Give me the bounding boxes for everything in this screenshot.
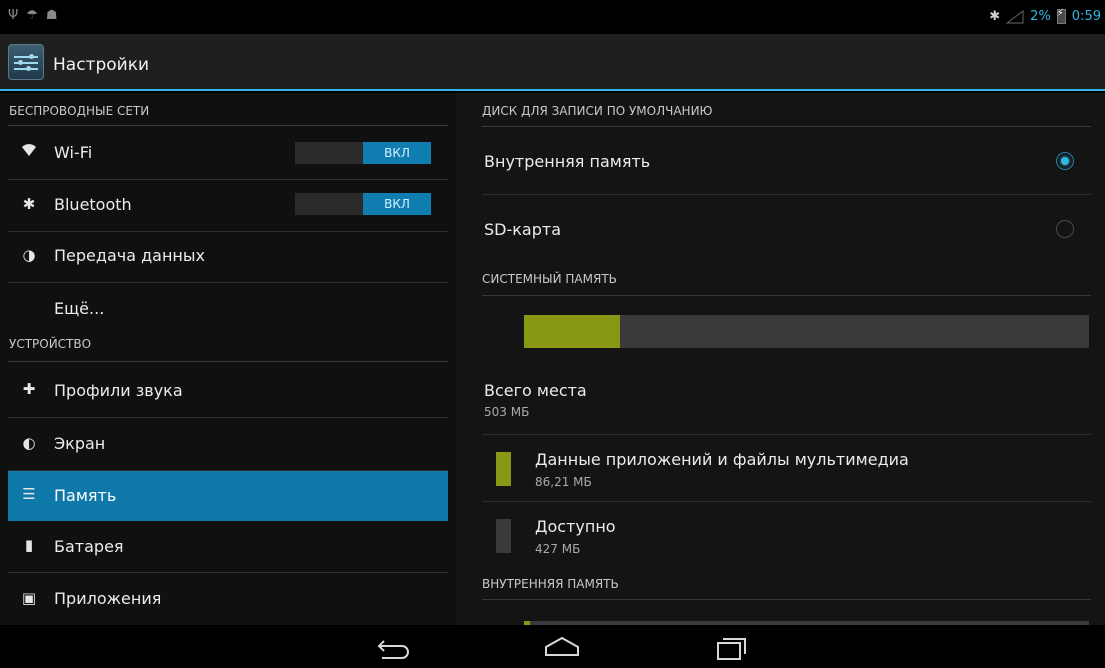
available-label: Доступно [535, 517, 616, 536]
available-value: 427 МБ [535, 542, 581, 556]
sidebar-item-bluetooth[interactable]: ✱ Bluetooth ВКЛ [8, 180, 448, 232]
usb-icon: Ψ [8, 8, 19, 23]
total-space-label: Всего места [484, 381, 587, 400]
sidebar-item-label: Профили звука [54, 381, 183, 400]
app-data-label: Данные приложений и файлы мультимедиа [535, 450, 909, 469]
battery-icon [1056, 8, 1066, 24]
data-usage-icon: ◑ [22, 246, 36, 264]
android-debug-icon: ☗ [45, 8, 58, 23]
display-icon: ◐ [22, 434, 36, 452]
available-color-swatch [496, 519, 511, 553]
sidebar-item-label: Экран [54, 434, 106, 453]
option-sd-card[interactable]: SD-карта [482, 195, 1091, 265]
sidebar-item-data-usage[interactable]: ◑ Передача данных [8, 232, 448, 283]
sidebar-item-sound-profiles[interactable]: ✚ Профили звука [8, 365, 448, 418]
sidebar-item-storage[interactable]: ☰ Память [8, 471, 448, 521]
clock: 0:59 [1071, 9, 1101, 24]
radio-internal-selected[interactable] [1056, 152, 1074, 170]
app-data-value: 86,21 МБ [535, 475, 592, 489]
total-space-row[interactable]: Всего места 503 МБ [482, 367, 1091, 435]
status-bar: Ψ ☂ ☗ ✱ 2% 0:59 [0, 0, 1105, 34]
app-data-row[interactable]: Данные приложений и файлы мультимедиа 86… [456, 435, 1091, 501]
section-header-system-memory: СИСТЕМНЫЙ ПАМЯТЬ [482, 269, 1091, 296]
settings-app-icon[interactable] [8, 44, 44, 80]
sidebar-item-label: Память [54, 486, 117, 505]
option-internal-memory[interactable]: Внутренняя память [482, 127, 1091, 195]
wifi-toggle[interactable]: ВКЛ [295, 142, 431, 164]
wifi-notify-icon: ☂ [26, 8, 38, 23]
home-icon[interactable] [542, 633, 582, 661]
sidebar-item-more[interactable]: Ещё... [8, 283, 448, 331]
settings-sidebar: БЕСПРОВОДНЫЕ СЕТИ Wi-Fi ВКЛ ✱ Bluetooth … [0, 93, 456, 625]
storage-detail-pane: ДИСК ДЛЯ ЗАПИСИ ПО УМОЛЧАНИЮ Внутренняя … [456, 93, 1105, 625]
section-header-device: УСТРОЙСТВО [8, 335, 448, 362]
radio-sd-card[interactable] [1056, 220, 1074, 238]
sound-profiles-icon: ✚ [22, 380, 36, 398]
bluetooth-toggle[interactable]: ВКЛ [295, 193, 431, 215]
bluetooth-icon: ✱ [22, 195, 36, 213]
sidebar-item-apps[interactable]: ▣ Приложения [8, 573, 448, 625]
sidebar-item-label: Bluetooth [54, 195, 132, 214]
sidebar-item-label: Wi-Fi [54, 143, 93, 162]
battery-percent: 2% [1030, 9, 1051, 24]
sidebar-item-label: Передача данных [54, 246, 205, 265]
page-title: Настройки [53, 55, 150, 75]
sidebar-item-label: Батарея [54, 537, 124, 556]
sidebar-item-display[interactable]: ◐ Экран [8, 418, 448, 471]
sidebar-item-label: Приложения [54, 589, 162, 608]
option-label: Внутренняя память [484, 152, 651, 171]
sidebar-item-label: Ещё... [54, 299, 105, 318]
notification-icons: Ψ ☂ ☗ [8, 8, 58, 23]
storage-used-fill [524, 315, 621, 348]
apps-icon: ▣ [21, 589, 37, 607]
navigation-bar [0, 625, 1105, 668]
section-header-default-disk: ДИСК ДЛЯ ЗАПИСИ ПО УМОЛЧАНИЮ [482, 100, 1091, 127]
sidebar-item-wifi[interactable]: Wi-Fi ВКЛ [8, 128, 448, 180]
system-status: ✱ 2% 0:59 [989, 8, 1101, 24]
total-space-value: 503 МБ [484, 405, 530, 419]
storage-usage-bar [524, 315, 1089, 348]
battery-item-icon: ▮ [24, 536, 34, 554]
available-row[interactable]: Доступно 427 МБ [456, 502, 1091, 570]
toggle-on-label: ВКЛ [363, 193, 431, 215]
app-data-color-swatch [496, 452, 511, 486]
storage-icon: ☰ [22, 485, 36, 503]
recent-apps-icon[interactable] [712, 633, 752, 661]
signal-icon [1006, 9, 1024, 24]
section-header-wireless: БЕСПРОВОДНЫЕ СЕТИ [8, 100, 448, 126]
section-header-internal-memory: ВНУТРЕННЯЯ ПАМЯТЬ [482, 573, 1091, 600]
wifi-icon [20, 143, 38, 161]
android-settings-screen: Ψ ☂ ☗ ✱ 2% 0:59 Настройки БЕСПРОВОДНЫЕ С… [0, 0, 1105, 668]
option-label: SD-карта [484, 220, 561, 239]
toggle-on-label: ВКЛ [363, 142, 431, 164]
sidebar-item-battery[interactable]: ▮ Батарея [8, 521, 448, 573]
bluetooth-status-icon: ✱ [989, 9, 1001, 24]
action-bar: Настройки [0, 34, 1105, 91]
back-icon[interactable] [372, 633, 412, 661]
